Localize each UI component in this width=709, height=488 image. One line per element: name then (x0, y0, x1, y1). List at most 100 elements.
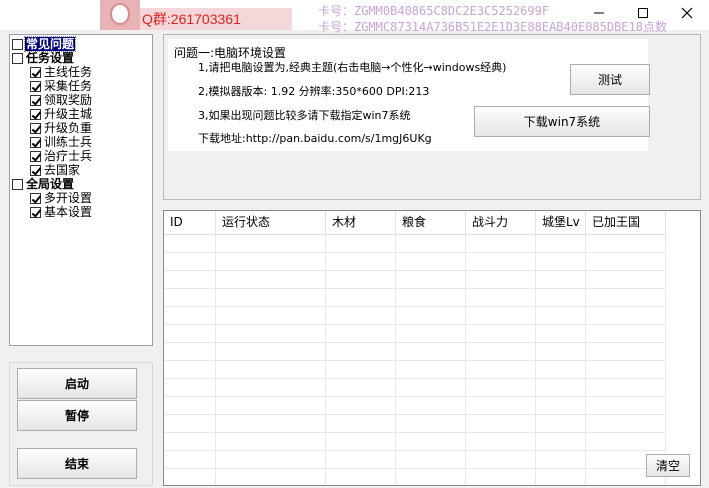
tree-checkbox[interactable] (30, 94, 41, 106)
tree-checkbox[interactable] (30, 164, 41, 176)
tree-checkbox[interactable] (12, 178, 23, 190)
table-cell (164, 307, 216, 325)
table-cell (164, 451, 216, 469)
tree-item-go-kingdom[interactable]: 去国家 (30, 163, 81, 177)
table-cell (466, 361, 536, 379)
qq-group-label: Q群:261703361 (140, 8, 292, 30)
tree-item-main-quest[interactable]: 主线任务 (30, 65, 93, 79)
tree-item-task-settings[interactable]: 任务设置 (12, 51, 75, 65)
table-cell (466, 433, 536, 451)
table-cell (586, 325, 666, 343)
table-cell (216, 415, 326, 433)
app-logo (100, 0, 140, 30)
clear-button[interactable]: 清空 (646, 454, 690, 477)
table-cell (396, 379, 466, 397)
tree-checkbox[interactable] (30, 66, 41, 78)
tree-item-basic-settings[interactable]: 基本设置 (30, 205, 93, 219)
table-row[interactable] (164, 325, 666, 343)
table-cell (536, 433, 586, 451)
table-row[interactable] (164, 271, 666, 289)
tree-checkbox[interactable] (30, 136, 41, 148)
table-row[interactable] (164, 415, 666, 433)
table-row[interactable] (164, 253, 666, 271)
tree-item-upgrade-load[interactable]: 升级负重 (30, 121, 93, 135)
tree-item-label: 全局设置 (26, 177, 75, 191)
faq-line-1: 1,请把电脑设置为,经典主题(右击电脑→个性化→windows经典) (198, 61, 507, 74)
table-cell (326, 433, 396, 451)
table-row[interactable] (164, 469, 666, 485)
table-row[interactable] (164, 343, 666, 361)
tree-item-global-settings[interactable]: 全局设置 (12, 177, 75, 191)
table-row[interactable] (164, 433, 666, 451)
column-header-kingdom[interactable]: 已加王国 (586, 211, 666, 235)
table-cell (586, 397, 666, 415)
table-cell (164, 361, 216, 379)
table-row[interactable] (164, 379, 666, 397)
column-header-power[interactable]: 战斗力 (466, 211, 536, 235)
table-row[interactable] (164, 361, 666, 379)
table-cell (466, 343, 536, 361)
table-cell (466, 253, 536, 271)
table-cell (466, 271, 536, 289)
table-cell (216, 397, 326, 415)
start-button[interactable]: 启动 (17, 368, 137, 399)
table-row[interactable] (164, 397, 666, 415)
table-row[interactable] (164, 289, 666, 307)
table-cell (466, 415, 536, 433)
column-header-status[interactable]: 运行状态 (216, 211, 326, 235)
table-cell (216, 379, 326, 397)
table-cell (586, 235, 666, 253)
tree-checkbox[interactable] (30, 122, 41, 134)
close-button[interactable] (664, 0, 709, 26)
table-cell (164, 253, 216, 271)
tree-checkbox[interactable] (12, 52, 23, 64)
test-button[interactable]: 测试 (570, 64, 650, 95)
table-cell (536, 271, 586, 289)
table-cell (586, 253, 666, 271)
tree-checkbox[interactable] (30, 80, 41, 92)
column-header-id[interactable]: ID (164, 211, 216, 235)
maximize-button[interactable] (620, 0, 665, 26)
table-row[interactable] (164, 235, 666, 253)
tree-item-upgrade-city[interactable]: 升级主城 (30, 107, 93, 121)
table-cell (536, 325, 586, 343)
tree-item-multi-open[interactable]: 多开设置 (30, 191, 93, 205)
column-header-food[interactable]: 粮食 (396, 211, 466, 235)
table-cell (466, 379, 536, 397)
tree-checkbox[interactable] (12, 38, 23, 50)
table-cell (326, 307, 396, 325)
status-table[interactable]: ID 运行状态 木材 粮食 战斗力 城堡Lv 已加王国 (163, 210, 701, 486)
table-cell (216, 451, 326, 469)
table-cell (536, 469, 586, 485)
table-row[interactable] (164, 451, 666, 469)
tree-item-train-soldiers[interactable]: 训练士兵 (30, 135, 93, 149)
pause-button[interactable]: 暂停 (17, 400, 137, 431)
minimize-button[interactable] (576, 0, 621, 26)
table-cell (466, 397, 536, 415)
table-cell (536, 451, 586, 469)
table-cell (216, 289, 326, 307)
tree-checkbox[interactable] (30, 206, 41, 218)
tree-item-claim-rewards[interactable]: 领取奖励 (30, 93, 93, 107)
end-button[interactable]: 结束 (17, 448, 137, 479)
download-win7-button[interactable]: 下载win7系统 (474, 106, 650, 137)
table-cell (396, 253, 466, 271)
tree-item-faq[interactable]: 常见问题 (12, 36, 77, 52)
tree-checkbox[interactable] (30, 192, 41, 204)
tree-item-heal-soldiers[interactable]: 治疗士兵 (30, 149, 93, 163)
table-row[interactable] (164, 307, 666, 325)
tree-checkbox[interactable] (30, 108, 41, 120)
table-cell (466, 235, 536, 253)
column-header-wood[interactable]: 木材 (326, 211, 396, 235)
table-cell (216, 307, 326, 325)
tree-checkbox[interactable] (30, 150, 41, 162)
table-cell (586, 415, 666, 433)
table-cell (586, 289, 666, 307)
column-header-castle-level[interactable]: 城堡Lv (536, 211, 586, 235)
table-cell (536, 343, 586, 361)
settings-tree[interactable]: 常见问题 任务设置 主线任务 采集任务 领取奖励 升级主城 升级负重 训练士兵 … (9, 34, 153, 346)
table-cell (326, 253, 396, 271)
table-cell (396, 289, 466, 307)
tree-item-gather-quest[interactable]: 采集任务 (30, 79, 93, 93)
faq-line-2: 2,模拟器版本: 1.92 分辨率:350*600 DPI:213 (198, 85, 430, 98)
